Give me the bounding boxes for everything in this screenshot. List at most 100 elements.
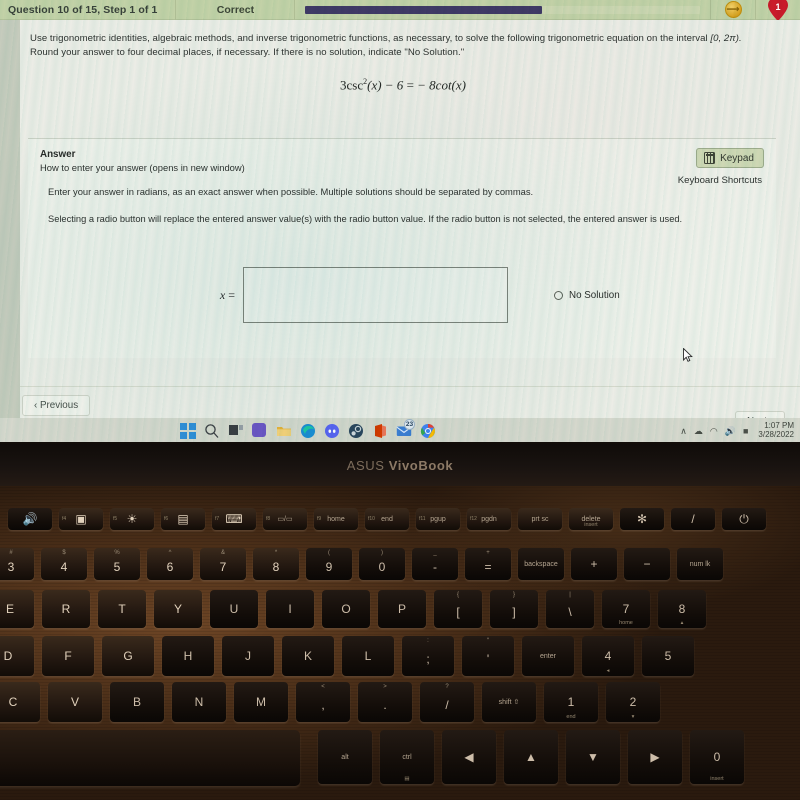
key-print-screen[interactable]: prt sc	[518, 508, 562, 530]
equation-equals: =	[406, 77, 414, 93]
key-r[interactable]: R	[42, 590, 90, 628]
windows-taskbar[interactable]: 23 ∧ ☁ ◠ 🔊 ■ 1:07 PM 3/28/2022	[0, 418, 800, 442]
file-explorer-icon[interactable]	[276, 423, 292, 439]
mail-icon[interactable]: 23	[396, 419, 415, 439]
task-view-icon[interactable]	[228, 423, 244, 439]
key-period[interactable]: >.	[358, 682, 412, 722]
windows-start-icon[interactable]	[180, 423, 196, 439]
key-numpad-2[interactable]: 2 ▾	[606, 682, 660, 722]
key-arrow-up[interactable]: ▲	[504, 730, 558, 784]
key-o[interactable]: O	[322, 590, 370, 628]
key-c[interactable]: C	[0, 682, 40, 722]
key-u[interactable]: U	[210, 590, 258, 628]
key-f12-pgdn[interactable]: f12 pgdn	[467, 508, 511, 530]
key-numpad-4[interactable]: 4 ◂	[582, 636, 634, 676]
key-j[interactable]: J	[222, 636, 274, 676]
key-f11-pgup[interactable]: f11 pgup	[416, 508, 460, 530]
key-f6[interactable]: f6 ▤	[161, 508, 205, 530]
key-numpad-minus[interactable]: −	[624, 548, 670, 580]
discord-icon[interactable]	[324, 423, 340, 439]
key-numpad-5[interactable]: 5	[642, 636, 694, 676]
key-arrow-left[interactable]: ◀	[442, 730, 496, 784]
key-t[interactable]: T	[98, 590, 146, 628]
key-numpad-0[interactable]: 0 insert	[690, 730, 744, 784]
key-n[interactable]: N	[172, 682, 226, 722]
key-arrow-down[interactable]: ▼	[566, 730, 620, 784]
how-to-enter-answer-link[interactable]: How to enter your answer (opens in new w…	[40, 162, 776, 173]
key-slash[interactable]: ? /	[420, 682, 474, 722]
key-3[interactable]: #3	[0, 548, 34, 580]
key-d[interactable]: D	[0, 636, 34, 676]
key-f10-end[interactable]: f10 end	[365, 508, 409, 530]
no-solution-radio[interactable]	[554, 290, 563, 300]
microsoft-edge-icon[interactable]	[300, 423, 316, 439]
key-m[interactable]: M	[234, 682, 288, 722]
key-num-lock[interactable]: num lk	[677, 548, 723, 580]
key-5[interactable]: % 5	[94, 548, 140, 580]
key-v[interactable]: V	[48, 682, 102, 722]
wifi-icon[interactable]: ◠	[710, 426, 718, 437]
key-h[interactable]: H	[162, 636, 214, 676]
key-minus[interactable]: _ -	[412, 548, 458, 580]
no-solution-radio-group[interactable]: No Solution	[554, 290, 620, 301]
key-6[interactable]: ^ 6	[147, 548, 193, 580]
key-semicolon[interactable]: :;	[402, 636, 454, 676]
key-comma[interactable]: <,	[296, 682, 350, 722]
battery-icon[interactable]: ■	[743, 426, 748, 436]
answer-input[interactable]	[243, 267, 508, 323]
key-equals[interactable]: + =	[465, 548, 511, 580]
key-f7[interactable]: f7 ⌨	[212, 508, 256, 530]
key-p[interactable]: P	[378, 590, 426, 628]
key-power[interactable]: ⏻	[722, 508, 766, 530]
key-numpad-7[interactable]: 7 home	[602, 590, 650, 628]
keyboard-shortcuts-link[interactable]: Keyboard Shortcuts	[678, 175, 762, 186]
taskbar-clock[interactable]: 1:07 PM 3/28/2022	[758, 421, 794, 440]
volume-icon[interactable]: 🔊	[725, 426, 736, 437]
key-bracket-right[interactable]: }]	[490, 590, 538, 628]
key-i[interactable]: I	[266, 590, 314, 628]
key-numpad-divide[interactable]: /	[671, 508, 715, 530]
google-chrome-icon[interactable]	[420, 423, 436, 439]
key-quote[interactable]: “'	[462, 636, 514, 676]
key-y[interactable]: Y	[154, 590, 202, 628]
key-f8-display[interactable]: f8 ▭/▭	[263, 508, 307, 530]
key-4[interactable]: $4	[41, 548, 87, 580]
key-g[interactable]: G	[102, 636, 154, 676]
key-9[interactable]: (9	[306, 548, 352, 580]
chevron-up-icon[interactable]: ∧	[680, 426, 687, 437]
key-enter[interactable]: enter	[522, 636, 574, 676]
teams-chat-icon[interactable]	[252, 423, 268, 439]
key-bracket-left[interactable]: {[	[434, 590, 482, 628]
key-ctrl-right[interactable]: ctrl ▤	[380, 730, 434, 784]
key-delete[interactable]: delete insert	[569, 508, 613, 530]
previous-button[interactable]: ‹ Previous	[22, 395, 91, 416]
key-numpad-plus[interactable]: +	[571, 548, 617, 580]
key-e[interactable]: E	[0, 590, 34, 628]
key-k[interactable]: K	[282, 636, 334, 676]
key-f[interactable]: F	[42, 636, 94, 676]
key-0[interactable]: ) 0	[359, 548, 405, 580]
key-b[interactable]: B	[110, 682, 164, 722]
onedrive-icon[interactable]: ☁	[694, 426, 703, 437]
key-numpad-8[interactable]: 8 ▴	[658, 590, 706, 628]
microsoft-office-icon[interactable]	[372, 423, 388, 439]
key-f4[interactable]: f4 ▣	[59, 508, 103, 530]
key-l[interactable]: L	[342, 636, 394, 676]
key-alt-right[interactable]: alt	[318, 730, 372, 784]
key-volume-up[interactable]: 🔊	[8, 508, 52, 530]
key-arrow-right[interactable]: ▶	[628, 730, 682, 784]
key-backslash[interactable]: | \	[546, 590, 594, 628]
key-numpad-multiply[interactable]: ✻	[620, 508, 664, 530]
key-numpad-1[interactable]: 1 end	[544, 682, 598, 722]
keypad-button[interactable]: Keypad	[696, 148, 764, 168]
key-spacebar[interactable]	[0, 730, 300, 786]
key-f5[interactable]: f5 ☀	[110, 508, 154, 530]
search-icon[interactable]	[204, 423, 220, 439]
key-backspace[interactable]: backspace	[518, 548, 564, 580]
key-f11-pgup-fn-label: f11	[419, 516, 426, 522]
key-f9-home[interactable]: f9 home	[314, 508, 358, 530]
steam-icon[interactable]	[348, 423, 364, 439]
key-8[interactable]: * 8	[253, 548, 299, 580]
key-7[interactable]: & 7	[200, 548, 246, 580]
key-shift-right[interactable]: shift ⇧	[482, 682, 536, 722]
